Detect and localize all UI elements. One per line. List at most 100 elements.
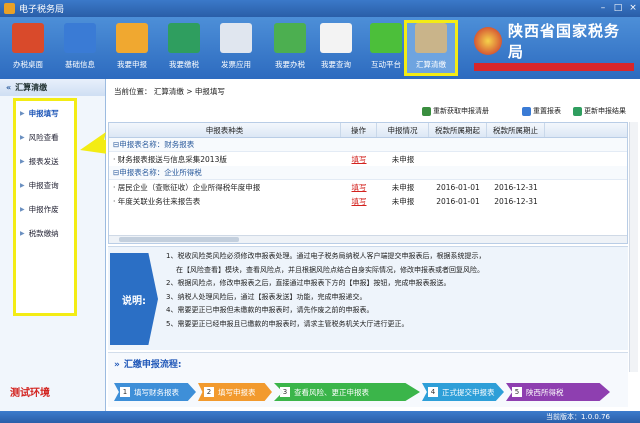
toolbar-handle-tax-button[interactable]: 我要办税 [266, 23, 314, 77]
step-label: 陕西所得税 [526, 387, 564, 397]
maximize-button[interactable]: □ [611, 2, 625, 15]
sidebar: « 汇算清缴 ▶ 申报填写 ▶ 风险查看 ▶ 报表发送 ▶ 申报查询 ▶ 申报作废 ▶ 税款缴纳 测试… [0, 79, 106, 415]
sidebar-item[interactable]: ▶ 申报查询 [16, 173, 74, 197]
horizontal-scrollbar[interactable] [109, 235, 627, 243]
sidebar-item[interactable]: ▶ 风险查看 [16, 125, 74, 149]
info-icon [64, 23, 96, 53]
sidebar-item[interactable]: ▶ 申报填写 [16, 101, 74, 125]
sidebar-item[interactable]: ▶ 报表发送 [16, 149, 74, 173]
sidebar-item[interactable]: ▶ 税款缴纳 [16, 221, 74, 245]
fill-link[interactable]: 填写 [341, 182, 377, 193]
reset-icon [522, 106, 531, 116]
toolbar-pay-tax-button[interactable]: 我要缴税 [160, 23, 208, 77]
pay-tax-icon [168, 23, 200, 53]
main-panel: 当前位置： 汇算清缴 > 申报填写 重新获取申报清册 重置报表 更新申报结果 申… [106, 79, 640, 415]
fill-link[interactable]: 填写 [341, 196, 377, 207]
update-icon [573, 106, 582, 116]
toolbar-label: 互动平台 [371, 60, 401, 69]
step-label: 查看风险、更正申报表 [294, 387, 369, 397]
table-group[interactable]: ⊟ 申报表名称：财务报表 [109, 138, 627, 152]
declare-icon [116, 23, 148, 53]
info-label: 说明: [110, 253, 158, 345]
invoice-icon [220, 23, 252, 53]
brand: 陕西省国家税务局 [474, 21, 634, 61]
sidebar-item-label: 税款缴纳 [28, 228, 59, 238]
sidebar-item-label: 风险查看 [28, 132, 59, 142]
toolbar-declare-button[interactable]: 我要申报 [108, 23, 156, 77]
sidebar-item[interactable]: ▶ 申报作废 [16, 197, 74, 221]
group-name: 申报表名称：财务报表 [119, 140, 195, 149]
vertical-scrollbar[interactable] [629, 122, 638, 372]
sidebar-item-label: 申报查询 [28, 180, 59, 190]
table-group[interactable]: ⊟ 申报表名称：企业所得税 [109, 166, 627, 180]
minimize-button[interactable]: – [596, 2, 610, 15]
info-line: 5、需要更正已经申报且已缴款的申报表时，请求主管税务机关大厅进行更正。 [166, 319, 409, 328]
table-cell: 2016-01-01 [436, 182, 480, 192]
toolbar-info-button[interactable]: 基础信息 [56, 23, 104, 77]
table-row: · 财务报表报送与信息采集2013版 填写 未申报 [109, 152, 627, 166]
sidebar-item-label: 申报填写 [28, 108, 59, 118]
column-header: 申报情况 [377, 123, 429, 137]
brand-name: 陕西省国家税务局 [508, 22, 621, 61]
sidebar-menu: ▶ 申报填写 ▶ 风险查看 ▶ 报表发送 ▶ 申报查询 ▶ 申报作废 ▶ 税款缴纳 [13, 98, 77, 316]
toolbar-label: 我要缴税 [169, 60, 199, 69]
toolbar-settlement-button[interactable]: 汇算清缴 [404, 20, 458, 76]
toolbar-label: 我要查询 [321, 60, 351, 69]
info-line: 2、根据风险点，修改申报表之后，直接通过申报表下方的【申报】按钮，完成申报表报送… [166, 279, 451, 287]
group-name: 申报表名称：企业所得税 [119, 168, 202, 177]
sidebar-item-label: 报表发送 [28, 156, 59, 166]
toolbar-home-button[interactable]: 办税桌面 [4, 23, 52, 77]
column-header: 操作 [341, 123, 377, 137]
table-cell: · 年度关联业务往来报告表 [113, 196, 201, 206]
info-line: 在【风险查看】模块，查看风险点，并且根据风险点结合自身实际情况，修改申报表或者回… [176, 265, 484, 274]
toolbar-label: 我要办税 [275, 60, 305, 69]
refetch-button[interactable]: 重新获取申报清册 [422, 106, 489, 116]
table-cell: 未申报 [391, 196, 415, 206]
step-number: 2 [204, 387, 214, 397]
collapse-icon[interactable]: « [6, 83, 11, 92]
tax-emblem-icon [474, 27, 502, 55]
process-flow: » 汇缴申报流程: 1 填写财务报表 2 填写申报表 3 查看风险、更正申报表 4 正式提交申报… [108, 352, 628, 407]
close-button[interactable]: × [626, 2, 640, 15]
step-number: 1 [120, 387, 130, 397]
info-line: 3、纳税人处理风险后，通过【报表发送】功能，完成申报递交。 [166, 292, 367, 301]
update-button[interactable]: 更新申报结果 [573, 106, 626, 116]
table-row: · 居民企业（查账征收）企业所得税年度申报 填写 未申报 2016-01-01 2016… [109, 180, 627, 194]
reset-button[interactable]: 重置报表 [522, 106, 561, 116]
arrow-right-icon: ▶ [20, 109, 25, 117]
flow-step: 4 正式提交申报表 [422, 383, 504, 401]
toolbar-invoice-button[interactable]: 发票应用 [212, 23, 260, 77]
step-number: 4 [428, 387, 438, 397]
arrow-right-icon: ▶ [20, 181, 25, 189]
toolbar-refresh-button[interactable]: 互动平台 [362, 23, 410, 77]
table-cell: 未申报 [391, 154, 415, 164]
search-icon [320, 23, 352, 53]
fill-link[interactable]: 填写 [341, 154, 377, 165]
environment-label: 测试环境 [10, 388, 50, 399]
step-label: 正式提交申报表 [442, 387, 495, 397]
breadcrumb: 当前位置： 汇算清缴 > 申报填写 [114, 87, 225, 96]
brand-search-bar[interactable] [474, 63, 634, 71]
settlement-icon [415, 23, 447, 53]
column-header: 税款所属期止 [487, 123, 545, 137]
flow-title: » 汇缴申报流程: [114, 360, 182, 370]
toolbar-search-button[interactable]: 我要查询 [312, 23, 360, 77]
double-arrow-icon: » [114, 360, 120, 370]
info-line: 4、需要更正已申报但未缴款的申报表时，请先作废之前的申报表。 [166, 306, 374, 314]
app-icon [4, 3, 15, 14]
home-icon [12, 23, 44, 53]
table-cell: · 财务报表报送与信息采集2013版 [113, 154, 227, 164]
table-row: · 年度关联业务往来报告表 填写 未申报 2016-01-01 2016-12-31 [109, 194, 627, 208]
table-header: 申报表种类 操作 申报情况 税款所属期起 税款所属期止 [109, 123, 627, 138]
refetch-icon [422, 106, 431, 116]
window-title: 电子税务局 [19, 5, 65, 15]
toolbar-label: 办税桌面 [13, 60, 43, 69]
flow-step: 5 陕西所得税 [506, 383, 610, 401]
version-text: 当前版本：1.0.0.76 [546, 413, 610, 421]
arrow-right-icon: ▶ [20, 229, 25, 237]
declaration-table: 申报表种类 操作 申报情况 税款所属期起 税款所属期止 ⊟ 申报表名称：财务报表 · 财务… [108, 122, 628, 244]
arrow-right-icon: ▶ [20, 133, 25, 141]
toolbar-label: 我要申报 [117, 60, 147, 69]
sidebar-title: 汇算清缴 [15, 83, 48, 92]
table-cell: 2016-12-31 [494, 196, 538, 206]
